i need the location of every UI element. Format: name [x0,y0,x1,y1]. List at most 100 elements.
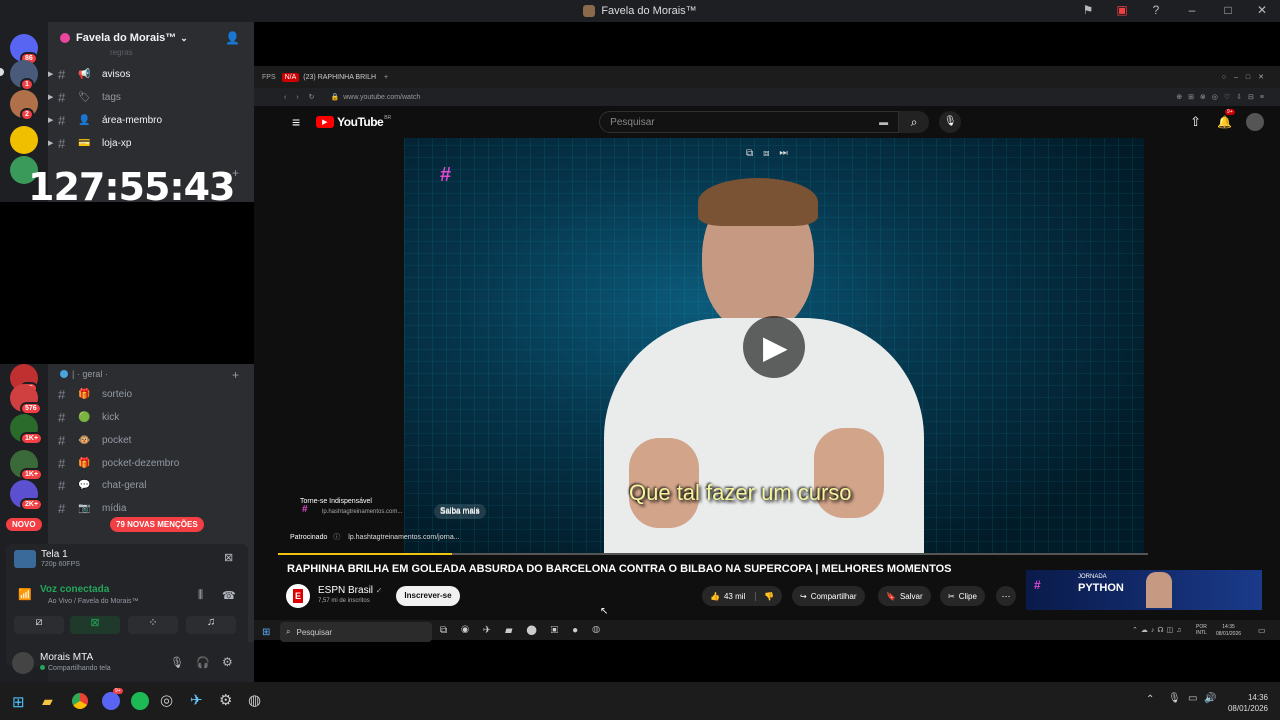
channel-item[interactable]: # 🟢 kick [58,407,248,427]
ad-cta-outside[interactable]: Saiba mais [440,506,480,515]
windows-start-icon[interactable]: ⊞ [12,693,25,711]
inner-clock[interactable]: 14:35 08/01/2026 [1216,624,1241,638]
inner-notification-icon[interactable]: ▭ [1258,626,1266,635]
stream-title: Tela 1 [41,549,68,560]
dislike-icon[interactable]: 👎 [755,591,774,601]
url-text[interactable]: www.youtube.com/watch [343,94,420,101]
server-icon[interactable] [10,126,38,154]
inner-search-box[interactable]: ⌕ Pesquisar [280,622,432,642]
mentions-badge[interactable]: 79 NOVAS MENÇÕES [110,517,204,532]
headphones-icon[interactable]: 🎧 [196,656,210,669]
inner-lang[interactable]: POR INTL [1196,624,1212,636]
volume-icon[interactable]: 🔊 [1204,693,1216,704]
inner-taskbar-apps[interactable]: ⧉◉✈▰⬤▣●◍ [440,625,614,636]
channel-item[interactable]: # 📢 avisos [58,64,248,84]
more-actions-icon[interactable]: ⋯ [996,586,1016,606]
share-button[interactable]: ↪ Compartilhar [792,586,865,606]
play-button[interactable]: ▶ [743,316,805,378]
chrome-icon[interactable] [72,693,88,709]
menu-icon[interactable]: ≡ [292,114,300,130]
chevron-right-icon[interactable]: ▶ [48,93,53,101]
system-clock[interactable]: 14:36 08/01/2026 [1224,692,1268,714]
subscribe-button[interactable]: Inscrever-se [396,586,460,606]
browser-window-controls[interactable]: ○–□✕ [1222,73,1272,81]
video-overlay-controls[interactable]: ⧉⧈⏭ [746,148,798,159]
youtube-logo-icon[interactable]: ▶ [316,116,335,128]
soundboard-button[interactable]: ♫ [186,616,236,634]
browser-toolbar-icons[interactable]: ⊕⊞⊗◎♡⇩⊟≡ [1176,93,1270,101]
like-count[interactable]: 43 mil [724,592,745,601]
steam-icon[interactable]: ✈ [190,691,203,709]
inner-tray-icons[interactable]: ⌃☁♪☊◫♫ [1132,626,1184,634]
minimize-button[interactable]: – [1182,3,1202,17]
discord-taskbar-icon[interactable]: 9+ [102,688,123,710]
channel-item[interactable]: # 👤 área-membro [58,110,248,130]
server-header[interactable]: Favela do Morais™ ⌄ [48,22,254,54]
channel-item[interactable]: # 🎁 sorteio [58,384,248,404]
settings-gear-icon[interactable]: ⚙ [222,655,233,669]
new-tab-icon[interactable]: + [384,74,388,81]
tray-display-icon[interactable]: ▭ [1188,693,1197,704]
keyboard-icon[interactable]: ▬ [879,117,888,127]
novo-badge[interactable]: NOVO [6,518,42,531]
youtube-logo-text[interactable]: YouTube [337,115,384,129]
search-icon[interactable]: ⌕ [899,111,930,133]
category-geral[interactable]: | · geral · [60,369,108,379]
voice-status[interactable]: Voz conectada [40,584,109,595]
camera-off-button[interactable]: ⧄ [14,616,64,634]
channel-item[interactable]: # 💳 loja-xp [58,133,248,153]
stop-stream-icon[interactable]: ⊠ [224,551,233,564]
close-button[interactable]: ✕ [1254,3,1270,17]
invite-icon[interactable]: 👤 [225,31,240,45]
video-player[interactable]: # ▶ ⧉⧈⏭ Que tal fazer um curso Torne-se … [404,138,1144,554]
browser-tab-title[interactable]: (23) RAPHINHA BRILH [303,74,376,81]
github-icon[interactable]: ◎ [160,691,173,709]
voice-search-icon[interactable]: 🎙 [939,111,962,133]
inbox-icon[interactable]: ⚑ [1080,3,1096,17]
noise-suppression-icon[interactable]: ⫼ [198,589,203,602]
video-progress-bar[interactable] [278,553,1148,555]
maximize-button[interactable]: □ [1220,3,1236,17]
channel-item[interactable]: # 💬 chat-geral [58,475,248,495]
disconnect-icon[interactable]: ☎ [222,589,236,602]
file-explorer-icon[interactable]: ▰ [42,693,53,710]
voice-location[interactable]: Ao Vivo / Favela do Morais™ [48,598,139,605]
sponsored-url[interactable]: lp.hashtagtreinamentos.com/jorna... [348,534,459,541]
channel-name[interactable]: ESPN Brasil ✓ [318,585,383,596]
user-status-text: Compartilhando tela [48,665,111,672]
youtube-search-input[interactable]: Pesquisar ▬ [599,111,900,133]
related-video-thumbnail[interactable]: # JORNADA PYTHON [1026,570,1262,610]
video-caption: Que tal fazer um curso [629,480,852,505]
channel-item[interactable]: # 🎁 pocket-dezembro [58,453,248,473]
upload-icon[interactable]: ⇧ [1190,114,1201,130]
avatar[interactable] [12,652,34,674]
activities-button[interactable]: ⁘ [128,616,178,634]
chevron-right-icon[interactable]: ▶ [48,70,53,78]
tray-chevron-icon[interactable]: ⌃ [1146,694,1154,705]
like-icon[interactable]: 👍 [710,592,720,601]
hashtag-ad-icon: # [302,504,308,515]
screen-share-icon[interactable]: ▣ [1114,3,1130,17]
nav-arrows-icon[interactable]: ‹›↻ [284,93,325,101]
clip-button[interactable]: ✂ Clipe [940,586,985,606]
chevron-right-icon[interactable]: ▶ [48,139,53,147]
username[interactable]: Morais MTA [40,652,93,663]
account-avatar[interactable] [1246,113,1264,131]
notifications-icon[interactable]: 🔔 9+ [1217,109,1235,129]
tray-mic-icon[interactable]: 🎙 [1168,693,1181,704]
info-icon[interactable]: ⓘ [333,534,340,541]
help-icon[interactable]: ? [1148,3,1164,17]
microphone-icon[interactable]: 🎙 [170,656,184,669]
settings-icon[interactable]: ⚙ [219,691,232,709]
channel-item[interactable]: # 📷 mídia [58,498,248,518]
share-screen-button[interactable]: ⊠ [70,616,120,634]
app-icon[interactable]: ◍ [248,691,261,709]
channel-item[interactable]: # 🐵 pocket [58,430,248,450]
channel-avatar[interactable]: E [286,584,310,608]
spotify-icon[interactable] [131,692,149,710]
channel-item[interactable]: # 🏷 tags [58,87,248,107]
thumb-person [1146,572,1172,608]
inner-windows-start-icon[interactable]: ⊞ [262,627,270,638]
save-button[interactable]: 🔖 Salvar [878,586,931,606]
chevron-right-icon[interactable]: ▶ [48,116,53,124]
